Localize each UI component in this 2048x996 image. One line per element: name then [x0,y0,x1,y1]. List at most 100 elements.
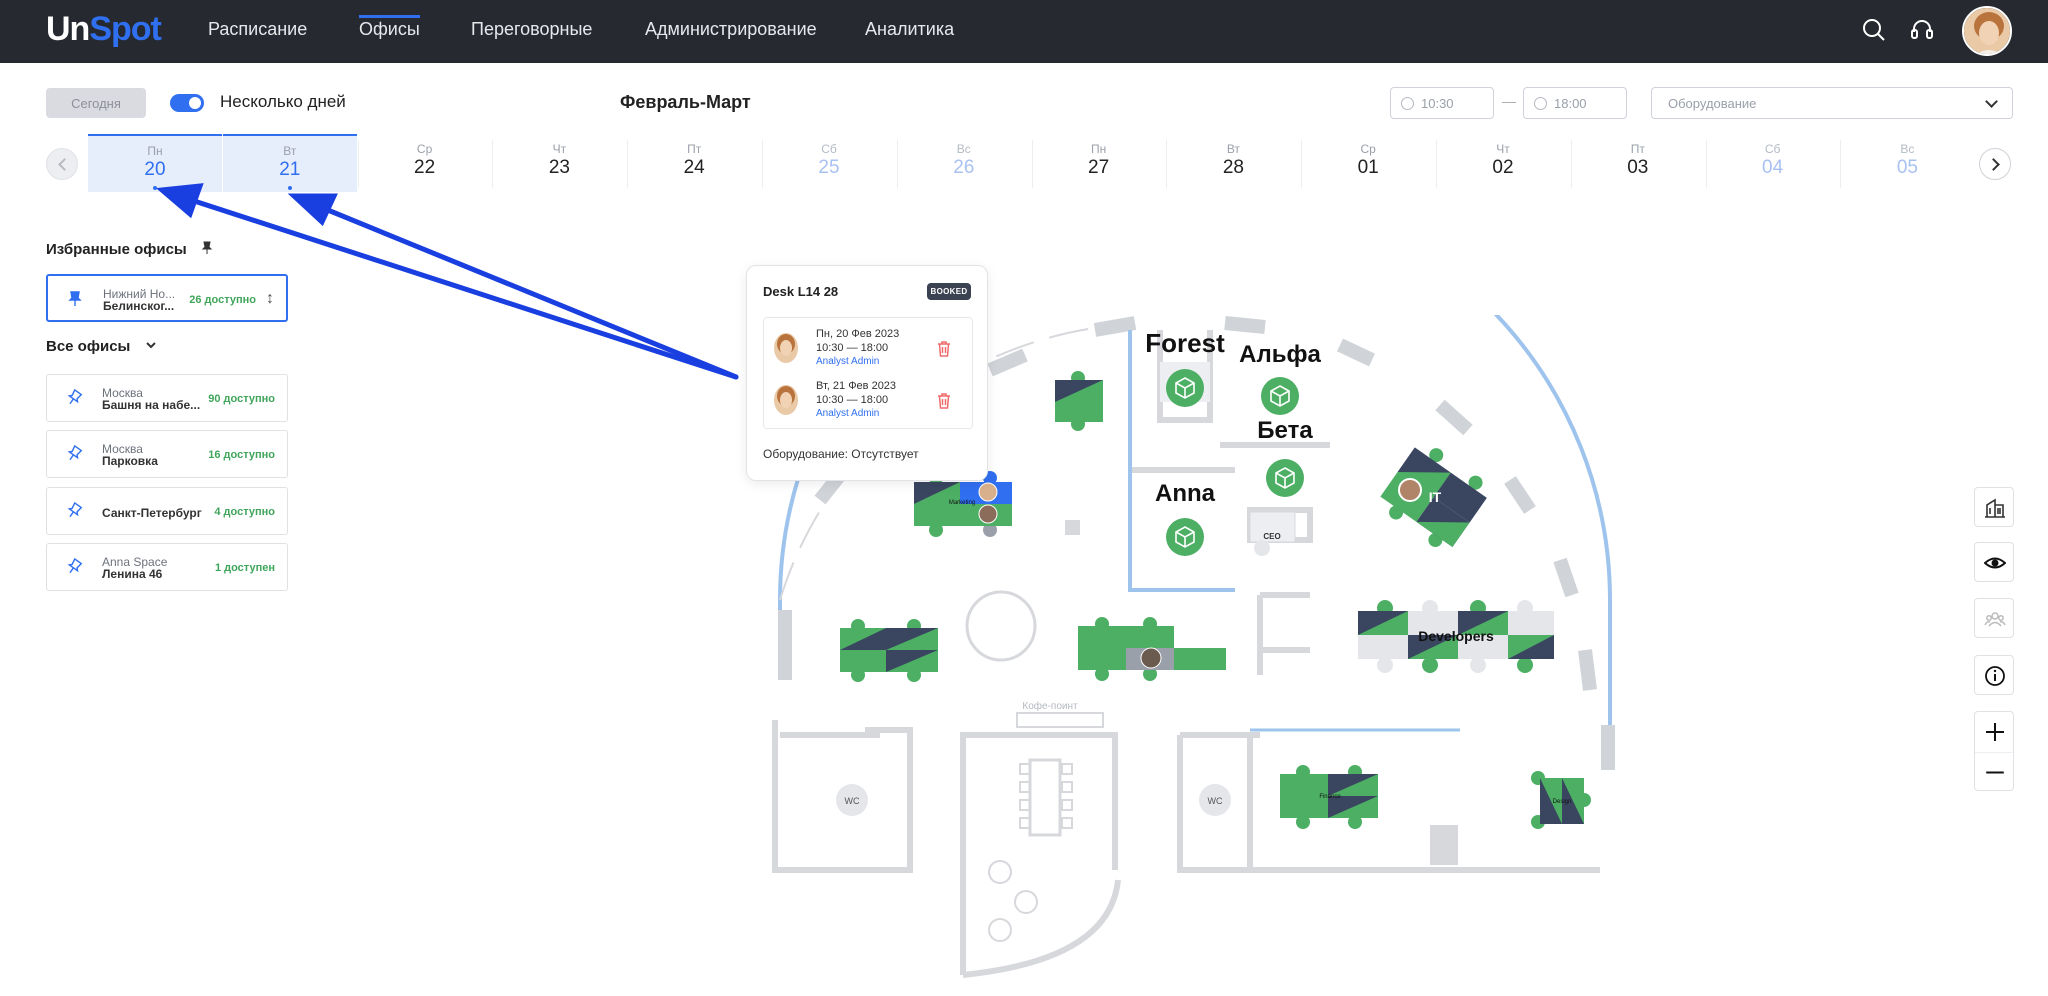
pin-outline-icon[interactable] [65,558,83,576]
office-name: Ленина 46 [102,567,163,581]
calendar-day[interactable]: Пт 24 [627,134,761,192]
multi-day-toggle[interactable] [170,94,204,112]
ceo-chair [1254,540,1270,556]
wc-label: WC [845,796,860,806]
nav-offices[interactable]: Офисы [359,15,420,40]
calendar-day[interactable]: Вт 21 [222,134,357,192]
calendar-day[interactable]: Пт 03 [1571,134,1705,192]
room-label-alpha: Альфа [1239,341,1321,368]
unspot-logo[interactable]: UnSpot [46,10,162,49]
desk-cluster-left[interactable] [840,619,938,682]
desk-label-marketing: Marketing [949,500,975,506]
pin-outline-icon[interactable] [65,389,83,407]
reorder-icon[interactable]: ↕ [266,290,274,308]
lounge-stools [988,860,1038,942]
building-icon [1985,498,2005,518]
nav-analytics[interactable]: Аналитика [865,19,954,40]
day-separator [1840,140,1842,188]
nav-administration[interactable]: Администрирование [645,19,817,40]
pin-filled-icon[interactable] [66,290,84,308]
day-separator [627,140,629,188]
calendar-day[interactable]: Пн 20 [88,134,222,192]
favorite-office-card[interactable]: Нижний Но... Белинског... 26 доступно ↕ [46,274,288,322]
chevron-down-icon [145,342,156,349]
team-button[interactable] [1974,598,2014,638]
coffee-point-label: Кофе-поинт [1022,700,1078,712]
booking-user-link[interactable]: Analyst Admin [816,408,879,419]
booking-user-link[interactable]: Analyst Admin [816,356,879,367]
desk-cluster-design[interactable]: Design [1531,771,1591,829]
calendar-day[interactable]: Ср 22 [358,134,492,192]
pin-outline-icon[interactable] [65,502,83,520]
column [1430,825,1458,865]
day-separator [762,140,763,188]
time-to-field[interactable]: 18:00 [1523,87,1627,119]
day-separator [1436,140,1437,188]
booking-dot [287,186,292,190]
calendar-day[interactable]: Чт 02 [1436,134,1570,192]
zoom-out-icon[interactable] [1975,752,2015,792]
day-separator [896,140,898,188]
calendar-prev-button[interactable] [46,148,78,180]
day-of-week: Пн [1090,142,1107,156]
calendar-day[interactable]: Ср 01 [1301,134,1435,192]
booking-list: Пн, 20 Фев 2023 10:30 — 18:00 Analyst Ad… [763,317,973,429]
calendar-next-button[interactable] [1979,148,2011,180]
logo-un: Un [46,10,90,48]
day-number: 28 [1222,157,1244,178]
day-number: 26 [953,157,975,178]
day-number: 21 [279,159,301,180]
zoom-controls [1974,711,2015,792]
calendar-day[interactable]: Пн 27 [1032,134,1166,192]
day-number: 05 [1896,157,1918,178]
calendar-day[interactable]: Вт 28 [1166,134,1300,192]
office-card[interactable]: Москва Парковка 16 доступно [46,430,288,478]
office-card[interactable]: Санкт-Петербург 4 доступно [46,487,288,535]
nav-schedule[interactable]: Расписание [208,19,307,40]
today-button[interactable]: Сегодня [46,88,146,118]
person-avatar [1398,478,1422,502]
time-from-field[interactable]: 10:30 [1390,87,1494,119]
day-separator [1570,140,1572,188]
office-name: Санкт-Петербург [102,506,202,520]
all-offices-title[interactable]: Все офисы [46,338,157,355]
calendar-day[interactable]: Вс 05 [1840,134,1974,192]
time-from-value: 10:30 [1421,95,1454,111]
day-separator [492,140,494,188]
desk-cluster-center[interactable] [1078,617,1226,681]
equipment-select[interactable]: Оборудование [1651,87,2013,119]
pin-outline-icon[interactable] [65,445,83,463]
desk-booking-popover[interactable]: Desk L14 28 BOOKED Пн, 20 Фев 2023 10:30… [746,265,988,481]
day-of-week: Пт [687,142,702,156]
booking-item[interactable]: Пн, 20 Фев 2023 10:30 — 18:00 Analyst Ad… [764,319,972,369]
day-separator [357,140,359,188]
team-icon [1984,612,2006,627]
booking-date: Пн, 20 Фев 2023 [816,328,900,340]
room-label-developers: Developers [1418,628,1494,644]
office-availability: 4 доступно [214,506,275,518]
calendar-day[interactable]: Вс 26 [897,134,1031,192]
support-headset-icon[interactable] [1908,16,1936,44]
desk-cluster-finance[interactable]: Finance [1280,765,1378,829]
chevron-left-icon [58,158,71,171]
calendar-day[interactable]: Чт 23 [492,134,626,192]
user-avatar[interactable] [1962,6,2012,56]
zoom-in-icon[interactable] [1975,712,2015,752]
nav-meeting-rooms[interactable]: Переговорные [471,19,592,40]
building-button[interactable] [1974,487,2014,527]
day-of-week: Ср [1360,142,1376,156]
office-card[interactable]: Москва Башня на набе... 90 доступно [46,374,288,422]
trash-icon[interactable] [936,392,952,410]
office-card[interactable]: Anna Space Ленина 46 1 доступен [46,543,288,591]
calendar-day[interactable]: Сб 25 [762,134,896,192]
trash-icon[interactable] [936,340,952,358]
arrow-to-day-21 [315,203,739,380]
desk-cluster-top[interactable] [1055,371,1103,431]
info-button[interactable] [1974,655,2014,695]
booking-item[interactable]: Вт, 21 Фев 2023 10:30 — 18:00 Analyst Ad… [764,371,972,421]
visibility-button[interactable] [1974,542,2014,582]
time-to-value: 18:00 [1554,95,1587,111]
calendar-day[interactable]: Сб 04 [1706,134,1840,192]
info-icon [1985,666,2005,686]
search-icon[interactable] [1860,16,1888,44]
